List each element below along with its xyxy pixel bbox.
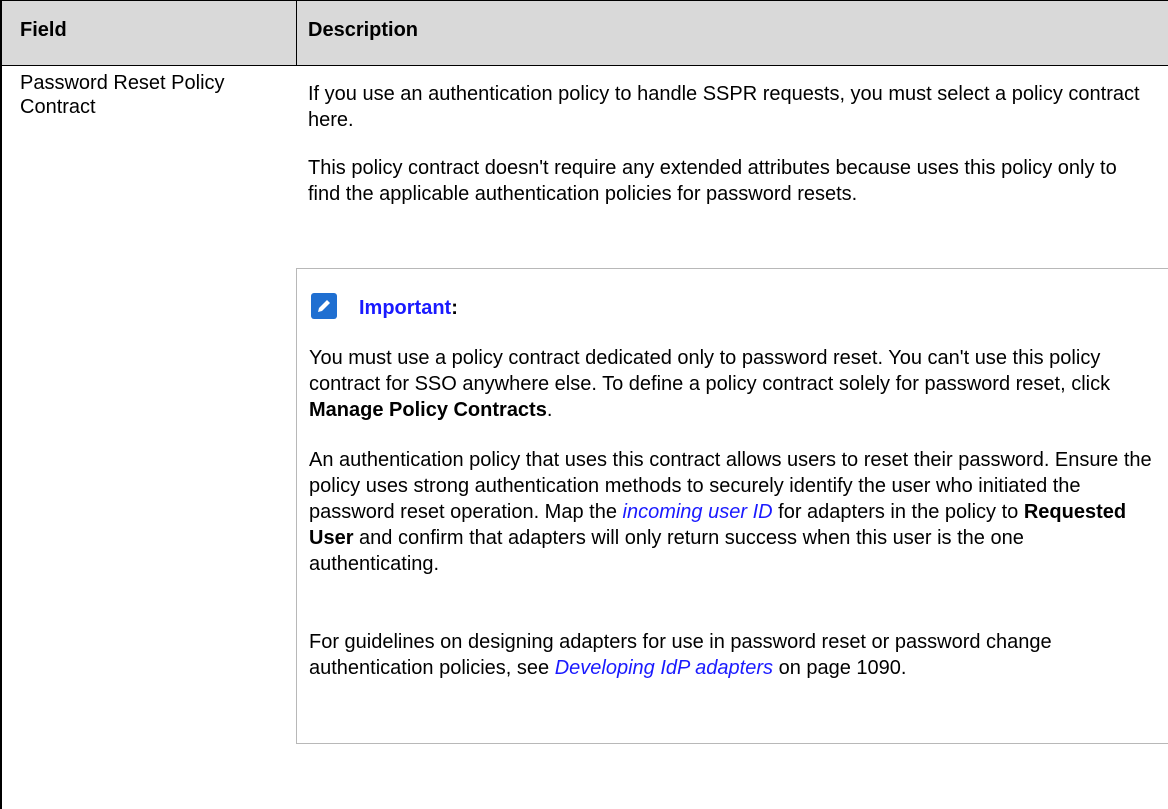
field-column-header: Field [20,19,67,41]
note-p1-text: You must use a policy contract dedicated… [309,347,1111,395]
important-note-box: Important: You must use a policy contrac… [296,268,1168,744]
note-paragraph-1: You must use a policy contract dedicated… [309,345,1155,423]
note-title: Important: [359,297,458,320]
pencil-note-icon [311,293,337,319]
table-header-row: Field Description [0,0,1168,66]
manage-policy-contracts-label: Manage Policy Contracts [309,399,547,421]
description-paragraph-1: If you use an authentication policy to h… [308,83,1140,131]
table-left-border [0,0,2,809]
note-p3-text-b: on page 1090. [773,657,907,679]
header-column-divider [296,0,297,66]
description-paragraph-2: This policy contract doesn't require any… [308,157,1117,205]
note-paragraph-2: An authentication policy that uses this … [309,447,1155,577]
field-description-table: Field Description Password Reset Policy … [0,0,1168,809]
developing-idp-adapters-link[interactable]: Developing IdP adapters [555,657,773,679]
description-column-header: Description [308,19,419,41]
incoming-user-id-link[interactable]: incoming user ID [623,501,773,523]
field-name-line2: Contract [20,96,96,118]
note-p2-text-b: for adapters in the policy to [772,501,1024,523]
note-p2-text-c: and confirm that adapters will only retu… [309,527,1024,575]
field-name-line1: Password Reset Policy [20,72,225,94]
note-title-text: Important [359,297,452,319]
note-title-colon: : [451,297,458,319]
field-name-cell: Password Reset Policy Contract [20,71,290,119]
note-p1-end: . [546,399,553,421]
note-paragraph-3: For guidelines on designing adapters for… [309,629,1155,681]
